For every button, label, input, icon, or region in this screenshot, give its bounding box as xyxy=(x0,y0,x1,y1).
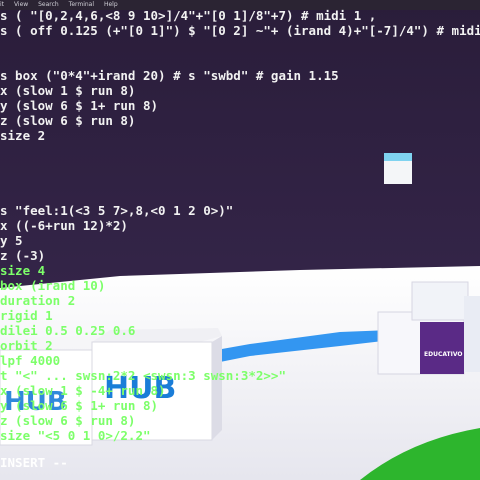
code-line: z (slow 6 $ run 8) xyxy=(0,413,136,428)
code-line: box (irand 10) xyxy=(0,278,106,293)
code-line: y (slow 6 $ 1+ run 8) xyxy=(0,98,159,113)
code-line: size 2 xyxy=(0,128,46,143)
code-line: x (slow 1 $ -4+ run 8) xyxy=(0,383,166,398)
code-line: y 5 xyxy=(0,233,23,248)
code-line: z (slow 6 $ run 8) xyxy=(0,113,136,128)
code-line: t "<" ... swsn:2*2 <swsn:3 swsn:3*2>>" xyxy=(0,368,286,383)
code-line: s ( "[0,2,4,6,<8 9 10>]/4"+"[0 1]/8"+7) … xyxy=(0,8,377,23)
menu-item-view[interactable]: View xyxy=(14,1,28,8)
code-line: size "<5 0 1 0>/2.2" xyxy=(0,428,151,443)
code-line: x (slow 1 $ run 8) xyxy=(0,83,136,98)
vim-mode-indicator: INSERT -- xyxy=(0,455,68,470)
menu-item[interactable]: it xyxy=(0,1,4,8)
code-editor[interactable]: s ( "[0,2,4,6,<8 9 10>]/4"+"[0 1]/8"+7) … xyxy=(0,8,480,480)
code-line: y (slow 6 $ 1+ run 8) xyxy=(0,398,159,413)
code-line: duration 2 xyxy=(0,293,76,308)
code-line: s "feel:1(<3 5 7>,8,<0 1 2 0>)" xyxy=(0,203,234,218)
code-line: rigid 1 xyxy=(0,308,53,323)
code-line: s box ("0*4"+irand 20) # s "swbd" # gain… xyxy=(0,68,339,83)
menu-item-help[interactable]: Help xyxy=(104,1,118,8)
code-line: orbit 2 xyxy=(0,338,53,353)
code-line: dilei 0.5 0.25 0.6 xyxy=(0,323,136,338)
code-line: size 4 xyxy=(0,263,46,278)
code-line: lpf 4000 xyxy=(0,353,61,368)
menu-item-search[interactable]: Search xyxy=(38,1,59,8)
code-line: x ((-6+run 12)*2) xyxy=(0,218,128,233)
code-line: z (-3) xyxy=(0,248,46,263)
code-line: s ( off 0.125 (+"[0 1]") $ "[0 2] ~"+ (i… xyxy=(0,23,480,38)
menu-item-terminal[interactable]: Terminal xyxy=(69,1,94,8)
